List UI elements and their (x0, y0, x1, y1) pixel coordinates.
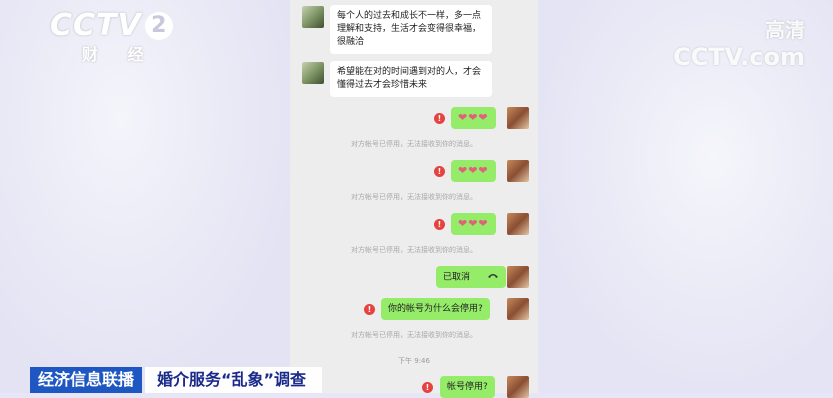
message-bubble-received[interactable]: 希望能在对的时间遇到对的人，才会懂得过去才会珍惜未来 (330, 61, 492, 97)
system-notice: 对方帐号已停用，无法接收到你的消息。 (351, 140, 477, 148)
system-notice: 对方帐号已停用，无法接收到你的消息。 (351, 246, 477, 254)
message-bubble-sent[interactable]: 你的帐号为什么会停用? (381, 298, 490, 320)
message-bubble-sent[interactable]: ❤❤❤ (451, 160, 496, 182)
channel-sub: 财 经 (82, 45, 156, 64)
send-failed-icon[interactable]: ! (434, 219, 445, 230)
user-avatar[interactable] (507, 376, 529, 398)
contact-avatar[interactable] (302, 6, 324, 28)
hd-label: 高清 (765, 18, 805, 42)
call-cancelled-label: 已取消 (443, 272, 471, 283)
program-name: 经济信息联播 (30, 367, 143, 393)
message-bubble-received[interactable]: 每个人的过去和成长不一样，多一点理解和支持，生活才会变得很幸福，很融洽 (330, 5, 492, 54)
message-bubble-sent[interactable]: ❤❤❤ (451, 213, 496, 235)
hd-logo-text: CCTV.com (673, 43, 805, 71)
report-topic: 婚介服务“乱象”调查 (145, 367, 323, 393)
user-avatar[interactable] (507, 298, 529, 320)
channel-logo-text: CCTV (50, 8, 142, 43)
send-failed-icon[interactable]: ! (434, 166, 445, 177)
channel-logo: CCTV 2 财 经 (50, 8, 173, 65)
phone-hangup-icon (487, 266, 499, 288)
chat-timestamp: 下午 9:46 (398, 357, 430, 365)
chat-screen: 每个人的过去和成长不一样，多一点理解和支持，生活才会变得很幸福，很融洽 希望能在… (290, 0, 538, 398)
contact-avatar[interactable] (302, 62, 324, 84)
user-avatar[interactable] (507, 266, 529, 288)
news-banner: 经济信息联播 婚介服务“乱象”调查 (30, 367, 323, 393)
call-cancelled-bubble[interactable]: 已取消 (436, 266, 506, 288)
hd-logo: 高清 CCTV.com (673, 14, 805, 71)
message-bubble-sent[interactable]: ❤❤❤ (451, 107, 496, 129)
hearts-text: ❤❤❤ (458, 111, 489, 124)
hearts-text: ❤❤❤ (458, 217, 489, 230)
send-failed-icon[interactable]: ! (434, 113, 445, 124)
system-notice: 对方帐号已停用，无法接收到你的消息。 (351, 331, 477, 339)
hearts-text: ❤❤❤ (458, 164, 489, 177)
channel-number: 2 (144, 12, 173, 40)
send-failed-icon[interactable]: ! (422, 382, 433, 393)
user-avatar[interactable] (507, 160, 529, 182)
system-notice: 对方帐号已停用，无法接收到你的消息。 (351, 193, 477, 201)
user-avatar[interactable] (507, 213, 529, 235)
send-failed-icon[interactable]: ! (364, 304, 375, 315)
message-bubble-sent[interactable]: 帐号停用? (440, 376, 495, 398)
user-avatar[interactable] (507, 107, 529, 129)
